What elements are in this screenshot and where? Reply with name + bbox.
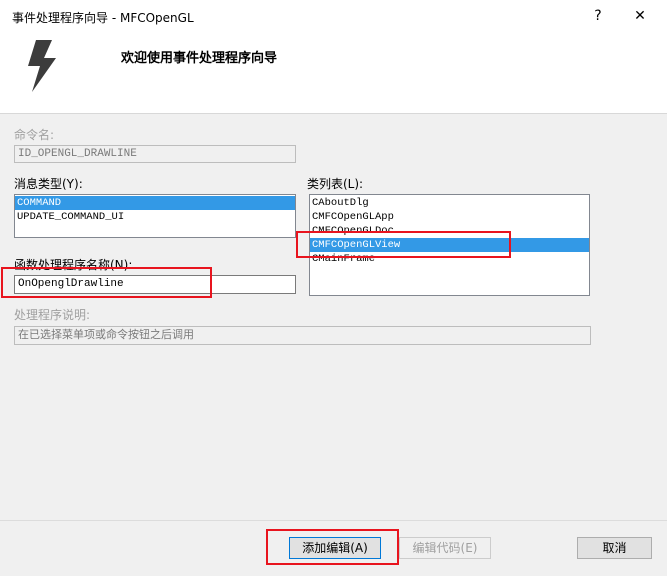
wizard-header [0, 32, 667, 114]
highlight-box-handler [1, 267, 212, 298]
list-item[interactable]: CMFCOpenGLApp [310, 210, 589, 224]
command-name-field: ID_OPENGL_DRAWLINE [14, 145, 296, 163]
wizard-heading: 欢迎使用事件处理程序向导 [121, 51, 278, 66]
message-type-label: 消息类型(Y): [14, 177, 83, 191]
command-name-label: 命令名: [14, 128, 55, 142]
window-title: 事件处理程序向导 - MFCOpenGL [12, 11, 194, 25]
help-button[interactable]: ? [584, 4, 612, 28]
highlight-box-add [266, 529, 399, 565]
close-button[interactable]: ✕ [626, 4, 654, 28]
class-list-label: 类列表(L): [307, 177, 364, 191]
list-item[interactable]: UPDATE_COMMAND_UI [15, 210, 295, 224]
lightning-bolt-icon [22, 40, 64, 92]
description-label: 处理程序说明: [14, 308, 91, 322]
highlight-box-class [296, 231, 511, 258]
edit-code-button: 编辑代码(E) [399, 537, 491, 559]
description-field: 在已选择菜单项或命令按钮之后调用 [14, 326, 591, 345]
cancel-button[interactable]: 取消 [577, 537, 652, 559]
list-item[interactable]: COMMAND [15, 196, 295, 210]
message-type-list[interactable]: COMMAND UPDATE_COMMAND_UI [14, 194, 296, 238]
list-item[interactable]: CAboutDlg [310, 196, 589, 210]
